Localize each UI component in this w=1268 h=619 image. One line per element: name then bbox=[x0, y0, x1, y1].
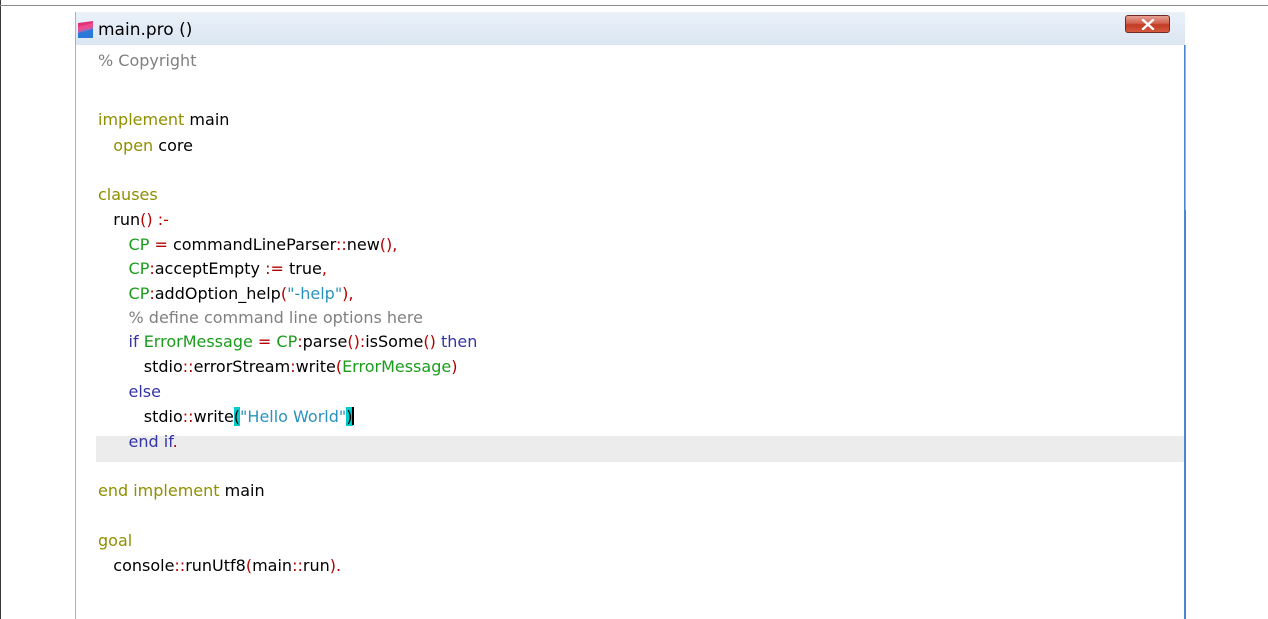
code-line-10: CP:addOption_help("-help"), bbox=[128, 284, 354, 303]
code-line-12: if ErrorMessage = CP:parse():isSome() th… bbox=[128, 332, 478, 351]
close-icon bbox=[1141, 19, 1155, 30]
code-line-18: end implement main bbox=[98, 481, 265, 500]
code-line-4: open core bbox=[113, 136, 193, 155]
code-line-11: % define command line options here bbox=[128, 308, 423, 327]
outer-frame-left bbox=[0, 0, 1, 619]
visual-prolog-file-icon bbox=[78, 21, 93, 38]
code-editor[interactable]: % Copyright implement main open core cla… bbox=[76, 45, 1184, 619]
code-line-15: stdio::write("Hello World") bbox=[143, 407, 354, 426]
scrollbar-thumb[interactable] bbox=[1185, 45, 1186, 210]
outer-frame-top bbox=[0, 5, 1268, 6]
code-line-21: console::runUtf8(main::run). bbox=[113, 556, 342, 575]
text-cursor bbox=[351, 407, 354, 425]
code-line-8: CP = commandLineParser::new(), bbox=[128, 235, 398, 254]
close-button[interactable] bbox=[1125, 15, 1170, 33]
window-title: main.pro () bbox=[98, 20, 193, 40]
code-line-13: stdio::errorStream:write(ErrorMessage) bbox=[143, 357, 458, 376]
current-line-highlight bbox=[96, 436, 1184, 462]
editor-window[interactable]: main.pro () % Copyright implement main o… bbox=[75, 12, 1186, 619]
code-line-16: end if. bbox=[128, 432, 178, 451]
code-line-7: run() :- bbox=[113, 210, 169, 229]
code-line-6: clauses bbox=[98, 185, 158, 204]
code-line-1: % Copyright bbox=[98, 51, 197, 70]
code-line-3: implement main bbox=[98, 110, 230, 129]
code-line-14: else bbox=[128, 382, 161, 401]
title-bar[interactable]: main.pro () bbox=[76, 12, 1185, 45]
code-line-9: CP:acceptEmpty := true, bbox=[128, 259, 327, 278]
code-line-20: goal bbox=[98, 531, 133, 550]
